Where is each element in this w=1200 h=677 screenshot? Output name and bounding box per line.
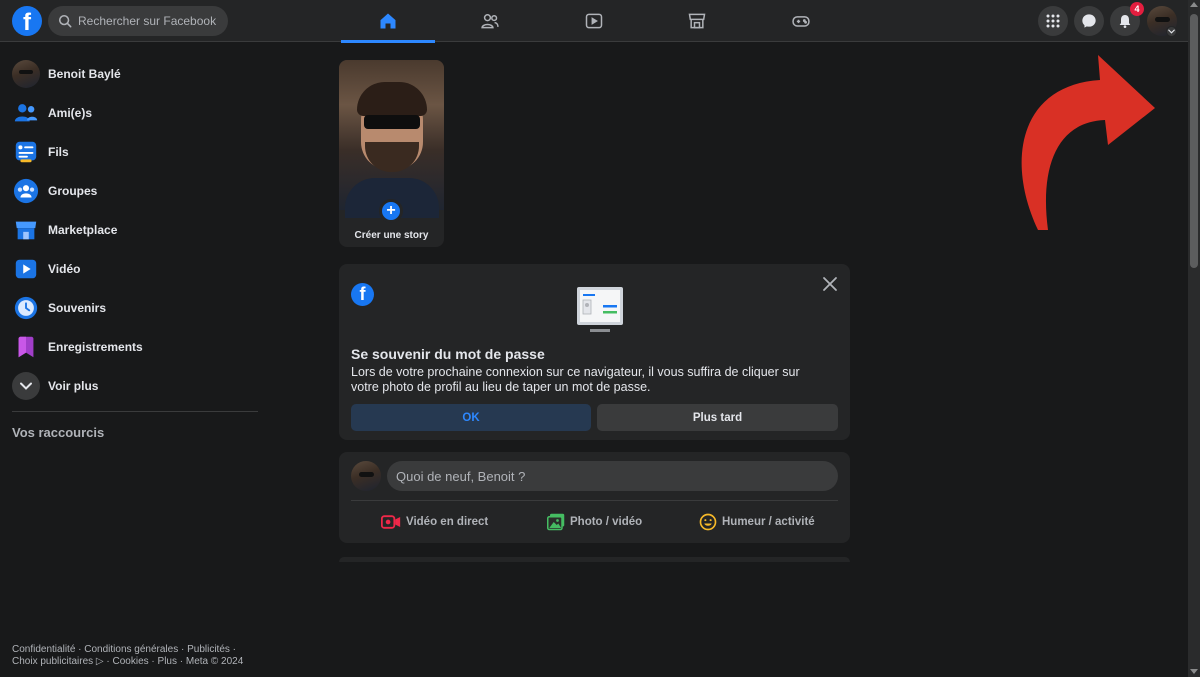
sidebar-item-label: Voir plus [48,378,99,393]
tab-home[interactable] [341,0,435,43]
scroll-thumb[interactable] [1190,14,1198,268]
tab-friends[interactable] [443,0,537,42]
messenger-button[interactable] [1074,6,1104,36]
gaming-icon [792,16,810,27]
sidebar-item-saved[interactable]: Enregistrements [0,327,270,366]
tab-gaming[interactable] [754,0,848,42]
sidebar-item-video[interactable]: Vidéo [0,249,270,288]
live-video-button[interactable]: Vidéo en direct [381,511,488,533]
sidebar-item-marketplace[interactable]: Marketplace [0,210,270,249]
top-navigation-bar: f Rechercher sur Facebook 4 [0,0,1188,43]
feeds-icon [12,138,40,166]
account-chevron-icon[interactable] [1166,26,1177,37]
story-profile-photo [339,60,444,218]
footer-links[interactable]: Confidentialité · Conditions générales ·… [12,644,262,668]
grid-menu-icon [1046,14,1060,28]
search-box[interactable] [48,6,228,36]
sidebar-divider [12,411,258,412]
sidebar-item-label: Enregistrements [48,339,143,354]
ok-button[interactable]: OK [351,404,591,431]
bell-icon [1119,15,1131,28]
page-scrollbar[interactable] [1188,0,1200,677]
remember-password-text: Lors de votre prochaine connexion sur ce… [351,365,800,394]
photo-video-label: Photo / vidéo [570,516,643,528]
friends-icon [12,99,40,127]
sidebar-item-feeds[interactable]: Fils [0,132,270,171]
groups-icon [12,177,40,205]
facebook-logo: f [351,283,374,306]
sidebar-item-label: Souvenirs [48,300,107,315]
add-story-icon[interactable]: + [379,199,403,223]
chevron-down-icon [12,371,40,400]
marketplace-icon [688,13,706,29]
tab-video[interactable] [547,0,641,42]
sidebar-item-label: Fils [48,144,69,159]
browser-login-illustration-icon [577,287,623,332]
scroll-up-icon[interactable] [1190,2,1198,7]
saved-icon [12,333,40,361]
left-sidebar: Benoit Baylé Ami(e)s Fils Groupes Market… [0,54,270,440]
photo-icon [547,513,565,531]
scroll-down-icon[interactable] [1190,669,1198,674]
live-video-icon [381,515,401,529]
shortcuts-title: Vos raccourcis [12,425,105,440]
messenger-icon [1082,14,1096,28]
feeling-activity-label: Humeur / activité [722,516,815,528]
sidebar-item-label: Groupes [48,183,98,198]
notifications-button[interactable]: 4 [1110,2,1144,36]
sidebar-item-friends[interactable]: Ami(e)s [0,93,270,132]
create-story-label: Créer une story [354,230,429,241]
composer-avatar[interactable] [351,461,381,491]
sidebar-item-label: Ami(e)s [48,105,93,120]
post-composer: Vidéo en direct Photo / vidéo Humeur / a… [339,452,850,543]
friends-icon [481,14,499,29]
remember-password-card: f Se souvenir du mot de passe Lors de vo… [339,264,850,440]
sidebar-item-label: Benoit Baylé [48,66,121,81]
profile-avatar [12,59,40,88]
sidebar-item-label: Vidéo [48,261,81,276]
close-icon[interactable] [822,276,838,292]
tab-marketplace[interactable] [650,0,744,42]
search-icon [58,14,72,28]
composer-divider [351,500,838,501]
video-icon [12,255,40,283]
sidebar-item-label: Marketplace [48,222,118,237]
annotation-arrow-icon [1021,55,1155,230]
sidebar-item-memories[interactable]: Souvenirs [0,288,270,327]
home-icon [380,13,396,29]
facebook-logo[interactable]: f [12,6,42,36]
sidebar-item-see-more[interactable]: Voir plus [0,366,270,405]
marketplace-icon [12,216,40,244]
memories-icon [12,294,40,322]
live-video-label: Vidéo en direct [406,516,489,528]
video-icon [585,13,603,29]
sidebar-item-groups[interactable]: Groupes [0,171,270,210]
remember-password-title: Se souvenir du mot de passe [351,346,545,362]
later-button[interactable]: Plus tard [597,404,838,431]
menu-button[interactable] [1038,6,1068,36]
feeling-activity-button[interactable]: Humeur / activité [699,511,815,533]
next-feed-card [339,557,850,562]
notification-badge: 4 [1130,2,1144,16]
photo-video-button[interactable]: Photo / vidéo [547,511,642,533]
create-story-card[interactable]: + Créer une story [339,60,444,247]
whats-on-your-mind-input[interactable] [387,461,838,491]
search-input[interactable] [78,14,218,28]
sidebar-item-profile[interactable]: Benoit Baylé [0,54,270,93]
feeling-icon [699,513,717,531]
